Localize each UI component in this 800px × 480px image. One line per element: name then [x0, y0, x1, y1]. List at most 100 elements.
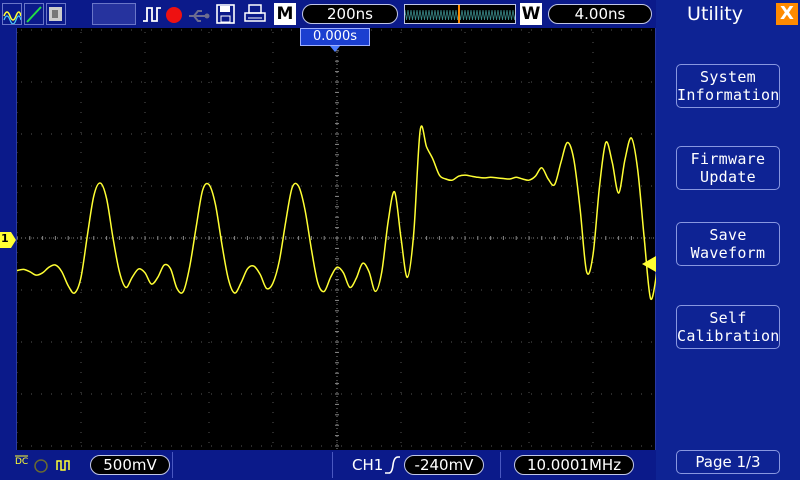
trigger-level-marker[interactable]: [640, 256, 656, 272]
grid-dot: [144, 52, 146, 53]
waveform-normal-icon[interactable]: [2, 3, 22, 25]
grid-dot: [151, 237, 152, 239]
rising-edge-icon[interactable]: [384, 455, 400, 475]
window-timebase-readout[interactable]: 4.00ns: [548, 4, 652, 24]
grid-dot: [400, 252, 402, 253]
grid-dot: [481, 29, 482, 31]
grid-dot: [51, 393, 52, 395]
grid-dot: [592, 282, 594, 283]
grid-dot: [51, 185, 52, 187]
grid-dot: [400, 442, 402, 443]
grid-dot: [272, 112, 274, 113]
grid-dot: [144, 372, 146, 373]
memory-position-strip[interactable]: [404, 4, 516, 24]
grid-dot: [272, 202, 274, 203]
vector-display-icon[interactable]: [24, 3, 44, 25]
grid-dot: [571, 29, 572, 31]
trigger-level-readout[interactable]: -240mV: [404, 455, 484, 475]
page-indicator-button[interactable]: Page 1/3: [676, 450, 780, 474]
grid-dot: [336, 182, 338, 183]
grid-dot: [111, 393, 112, 395]
grid-dot: [592, 152, 594, 153]
menu-button-label: Calibration: [677, 327, 780, 345]
save-waveform-button[interactable]: Save Waveform: [676, 222, 780, 266]
acquisition-mode-box[interactable]: [92, 3, 136, 25]
grid-dot: [211, 29, 212, 31]
grid-dot: [528, 222, 530, 223]
menu-button-label: Save: [709, 226, 747, 244]
close-menu-button[interactable]: X: [776, 3, 798, 25]
grid-dot: [80, 102, 82, 103]
firmware-update-button[interactable]: Firmware Update: [676, 146, 780, 190]
grid-dot: [111, 237, 112, 239]
grid-dot: [421, 445, 422, 447]
waveform-screen[interactable]: [16, 28, 657, 450]
grid-dot: [144, 112, 146, 113]
grid-dot: [261, 341, 262, 343]
timebase-readout[interactable]: 200ns: [302, 4, 398, 24]
grid-dot: [400, 432, 402, 433]
save-disk-icon[interactable]: [216, 4, 236, 28]
grid-dot: [528, 212, 530, 213]
system-information-button[interactable]: System Information: [676, 64, 780, 108]
grid-dot: [51, 133, 52, 135]
grid-dot: [221, 133, 222, 135]
grid-dot: [80, 312, 82, 313]
menu-button-label: Update: [700, 168, 756, 186]
grid-dot: [272, 322, 274, 323]
persist-icon[interactable]: [46, 3, 66, 25]
grid-dot: [581, 445, 582, 447]
trigger-source-label[interactable]: CH1: [352, 456, 383, 474]
trigger-position-readout[interactable]: 0.000s: [300, 28, 370, 46]
grid-dot: [201, 29, 202, 31]
grid-dot: [464, 252, 466, 253]
grid-dot: [551, 341, 552, 343]
grid-dot: [400, 292, 402, 293]
grid-dot: [421, 133, 422, 135]
self-calibration-button[interactable]: Self Calibration: [676, 305, 780, 349]
grid-dot: [451, 445, 452, 447]
grid-dot: [291, 341, 292, 343]
grid-dot: [208, 382, 210, 383]
ch1-ground-marker[interactable]: 1: [0, 232, 16, 248]
grid-dot: [511, 185, 512, 187]
grid-dot: [151, 393, 152, 395]
grid-dot: [381, 445, 382, 447]
grid-dot: [591, 393, 592, 395]
grid-dot: [144, 292, 146, 293]
menu-button-label: Information: [677, 86, 780, 104]
grid-dot: [641, 185, 642, 187]
trigger-position-arrow-icon: [330, 46, 340, 52]
grid-dot: [144, 342, 146, 343]
grid-dot: [531, 133, 532, 135]
grid-dot: [561, 445, 562, 447]
grid-dot: [400, 322, 402, 323]
run-stop-indicator[interactable]: [166, 7, 182, 23]
ch1-volts-per-div[interactable]: 500mV: [90, 455, 170, 475]
main-timebase-mode-icon: M: [274, 3, 296, 25]
grid-dot: [400, 372, 402, 373]
grid-dot: [80, 42, 82, 43]
grid-dot: [400, 52, 402, 53]
grid-dot: [41, 133, 42, 135]
grid-dot: [451, 393, 452, 395]
grid-dot: [421, 289, 422, 291]
grid-dot: [341, 289, 342, 291]
grid-dot: [451, 185, 452, 187]
grid-dot: [211, 445, 212, 447]
grid-dot: [592, 242, 594, 243]
grid-dot: [17, 292, 18, 293]
print-icon[interactable]: [244, 4, 266, 28]
grid-dot: [641, 445, 642, 447]
grid-dot: [351, 237, 352, 239]
grid-dot: [591, 133, 592, 135]
grid-dot: [400, 332, 402, 333]
grid-dot: [631, 445, 632, 447]
grid-dot: [336, 322, 338, 323]
grid-dot: [51, 29, 52, 31]
grid-dot: [400, 112, 402, 113]
grid-dot: [61, 81, 62, 83]
grid-dot: [221, 341, 222, 343]
grid-dot: [421, 393, 422, 395]
grid-dot: [491, 393, 492, 395]
